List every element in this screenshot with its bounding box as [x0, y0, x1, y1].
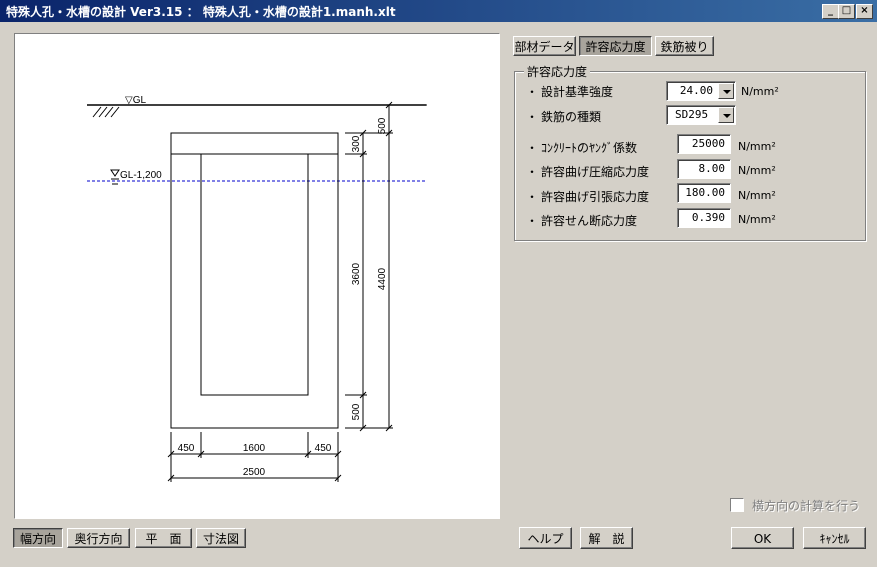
water-level-label: GL-1,200	[120, 170, 162, 181]
tensile-stress-unit: N/mm²	[738, 189, 776, 202]
design-strength-value: 24.00	[679, 84, 713, 97]
group-title: 許容応力度	[524, 63, 591, 80]
view-plan-button[interactable]: 平 面	[135, 528, 192, 548]
rebar-type-select[interactable]: SD295	[666, 105, 736, 125]
horizontal-calc-label: 横方向の計算を行う	[752, 499, 861, 513]
box-outer	[170, 132, 339, 429]
title-bar: 特殊人孔・水槽の設計 Ver3.15 ： 特殊人孔・水槽の設計1.manh.xl…	[0, 0, 877, 22]
view-width-direction-button[interactable]: 幅方向	[13, 528, 63, 548]
box-inner	[200, 153, 309, 396]
tab-member-data[interactable]: 部材データ	[513, 36, 576, 56]
dim-bottom-1: 1600	[243, 443, 266, 454]
dim-right-0: 500	[377, 117, 388, 134]
cancel-button[interactable]: ｷｬﾝｾﾙ	[803, 527, 866, 549]
dim-bottom-3: 2500	[243, 467, 266, 478]
shear-stress-input[interactable]: 0.390	[677, 208, 731, 228]
bullet: ・	[526, 190, 539, 204]
dim-right-1: 300	[351, 135, 362, 152]
youngs-modulus-unit: N/mm²	[738, 140, 776, 153]
maximize-button[interactable]: □	[838, 4, 855, 19]
rebar-type-label: 鉄筋の種類	[541, 110, 602, 124]
youngs-modulus-input[interactable]: 25000	[677, 134, 731, 154]
view-depth-direction-button[interactable]: 奥行方向	[67, 528, 130, 548]
gl-label: ▽GL	[125, 95, 146, 106]
help-button[interactable]: ヘルプ	[519, 527, 572, 549]
shear-stress-label: 許容せん断応力度	[541, 214, 638, 228]
compressive-stress-input[interactable]: 8.00	[677, 159, 731, 179]
design-strength-select[interactable]: 24.00	[666, 81, 736, 101]
design-strength-label: 設計基準強度	[541, 85, 614, 99]
chevron-down-icon[interactable]	[718, 83, 734, 99]
shear-stress-unit: N/mm²	[738, 213, 776, 226]
minimize-button[interactable]: _	[822, 4, 839, 19]
close-button[interactable]: ×	[856, 4, 873, 19]
window-title: 特殊人孔・水槽の設計 Ver3.15 ： 特殊人孔・水槽の設計1.manh.xl…	[6, 5, 396, 19]
tensile-stress-label: 許容曲げ引張応力度	[541, 190, 650, 204]
dim-bottom-2: 450	[315, 443, 332, 454]
horizontal-calc-checkbox[interactable]	[730, 498, 744, 512]
rebar-type-value: SD295	[675, 108, 709, 121]
bullet: ・	[526, 85, 539, 99]
youngs-modulus-label: ｺﾝｸﾘｰﾄのﾔﾝｸﾞ係数	[541, 141, 638, 155]
dim-right-3: 500	[351, 403, 362, 420]
water-level-icon	[110, 169, 120, 185]
dim-right-2: 3600	[351, 262, 362, 285]
design-strength-unit: N/mm²	[741, 85, 779, 98]
explain-button[interactable]: 解 説	[580, 527, 633, 549]
view-dimension-button[interactable]: 寸法図	[196, 528, 246, 548]
compressive-stress-label: 許容曲げ圧縮応力度	[541, 165, 650, 179]
dim-right-4: 4400	[377, 267, 388, 290]
bullet: ・	[526, 214, 539, 228]
tab-allowable-stress[interactable]: 許容応力度	[579, 36, 652, 56]
tensile-stress-input[interactable]: 180.00	[677, 183, 731, 203]
compressive-stress-unit: N/mm²	[738, 164, 776, 177]
ground-hatch-icon	[92, 106, 120, 118]
ok-button[interactable]: OK	[731, 527, 794, 549]
bullet: ・	[526, 165, 539, 179]
drawing-canvas: ▽GL GL-1,200 500 300 3600 500 4400 450 1…	[14, 33, 500, 519]
chevron-down-icon[interactable]	[718, 107, 734, 123]
tab-rebar-cover[interactable]: 鉄筋被り	[655, 36, 714, 56]
dim-bottom-0: 450	[178, 443, 195, 454]
bullet: ・	[526, 141, 539, 155]
bullet: ・	[526, 110, 539, 124]
